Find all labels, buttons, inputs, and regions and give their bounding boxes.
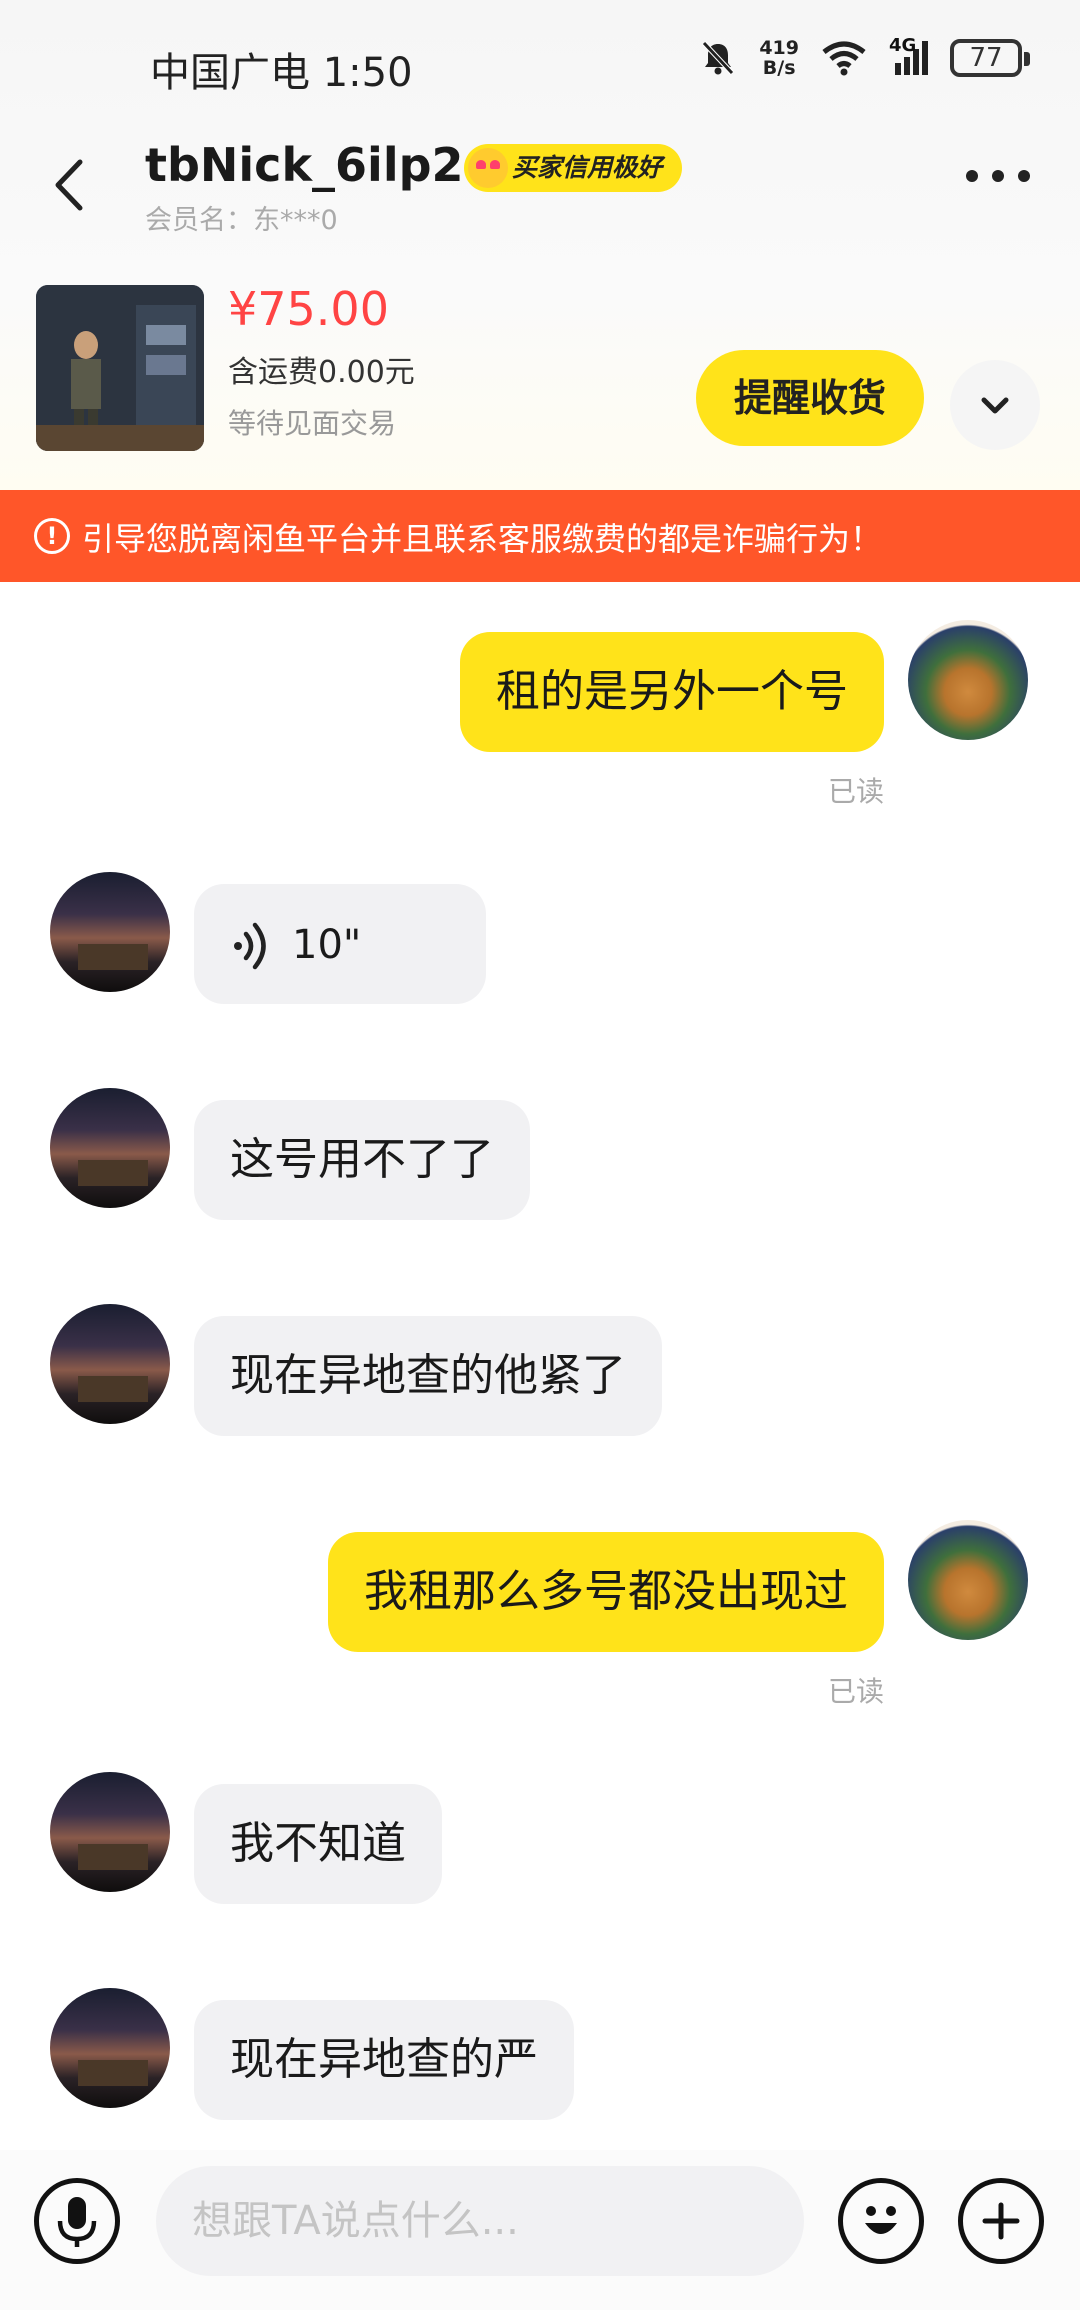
status-icons: 419 B/s 4G 77 [699,35,1030,78]
voice-message-bubble[interactable]: 10" [194,884,486,1004]
back-icon[interactable] [40,150,100,220]
other-avatar[interactable] [50,1988,170,2108]
warning-text: 引导您脱离闲鱼平台并且联系客服缴费的都是诈骗行为！ [82,520,883,558]
message-bubble-self[interactable]: 租的是另外一个号 [460,632,884,752]
product-image [36,285,204,451]
carrier-time: 中国广电 1:50 [150,50,413,96]
more-icon[interactable] [966,170,1030,182]
nickname[interactable]: tbNick_6ilp2 [145,138,464,192]
emoji-button[interactable] [838,2178,924,2264]
voice-input-button[interactable] [34,2178,120,2264]
read-receipt: 已读 [827,775,884,808]
message-bubble-other[interactable]: 现在异地查的他紧了 [194,1316,662,1436]
signal-icon: 4G [889,35,928,75]
wifi-icon [822,41,866,76]
message-bubble-self[interactable]: 我租那么多号都没出现过 [328,1532,884,1652]
battery-icon: 77 [950,39,1030,77]
message-bubble-other[interactable]: 这号用不了了 [194,1100,530,1220]
plus-icon [982,2202,1020,2240]
expand-button[interactable] [950,360,1040,450]
other-avatar[interactable] [50,1304,170,1424]
input-bar [0,2150,1080,2310]
emoji-icon [865,2206,897,2234]
message-bubble-other[interactable]: 我不知道 [194,1784,442,1904]
self-avatar[interactable] [908,1520,1028,1640]
net-speed: 419 B/s [759,38,799,78]
read-receipt: 已读 [827,1675,884,1708]
message-bubble-other[interactable]: 现在异地查的严 [194,2000,574,2120]
net-speed-value: 419 [759,37,799,59]
voice-icon [234,922,266,970]
net-speed-unit: B/s [762,57,796,79]
mute-bell-icon [702,41,735,75]
chat-header: tbNick_6ilp2 买家信用极好 会员名：东***0 [0,130,1080,240]
fraud-warning-banner: ! 引导您脱离闲鱼平台并且联系客服缴费的都是诈骗行为！ [0,490,1080,582]
product-card[interactable]: ¥75.00 含运费0.00元 等待见面交易 提醒收货 [0,282,1080,452]
credit-badge: 买家信用极好 [464,144,683,192]
credit-badge-label: 买家信用极好 [512,153,663,182]
self-avatar[interactable] [908,620,1028,740]
heart-eyes-icon [468,148,508,188]
member-name: 会员名：东***0 [145,205,338,236]
shipping-fee: 含运费0.00元 [228,355,415,390]
message-input[interactable] [156,2166,804,2276]
network-type: 4G [889,35,917,56]
voice-duration: 10" [292,922,362,968]
other-avatar[interactable] [50,1088,170,1208]
mic-icon [57,2197,97,2247]
status-bar: 中国广电 1:50 419 B/s 4G 77 [0,0,1080,130]
more-actions-button[interactable] [958,2178,1044,2264]
other-avatar[interactable] [50,1772,170,1892]
remind-receipt-button[interactable]: 提醒收货 [696,350,924,446]
alert-icon: ! [34,518,70,554]
chevron-down-icon [981,397,1009,414]
product-price: ¥75.00 [228,282,389,336]
trade-status: 等待见面交易 [228,407,397,440]
product-thumbnail[interactable] [36,285,204,451]
other-avatar[interactable] [50,872,170,992]
